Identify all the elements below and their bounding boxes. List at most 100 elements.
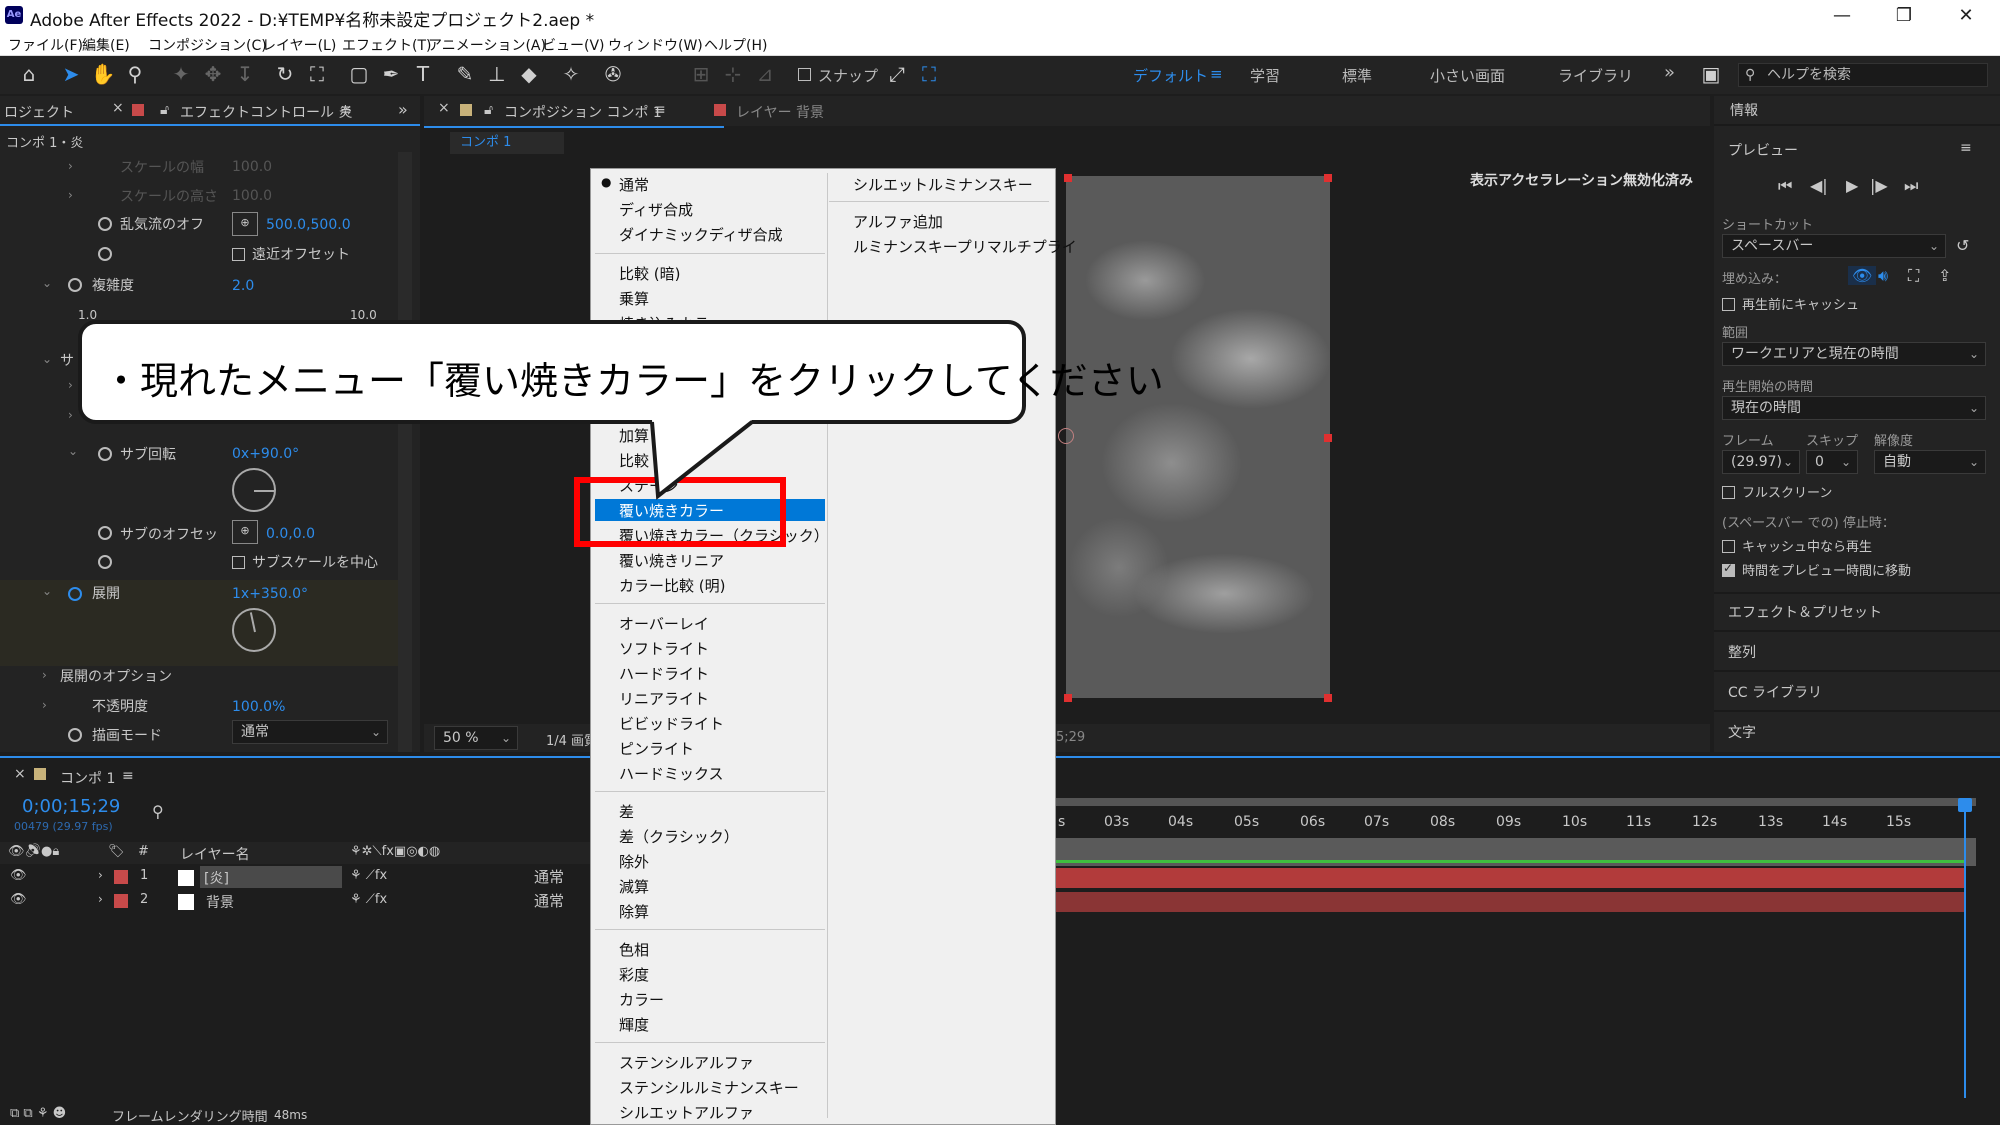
home-icon[interactable]: ⌂: [16, 61, 42, 87]
menu-item-hard-mix[interactable]: ハードミックス: [619, 763, 724, 784]
world-axis-icon[interactable]: ⊿: [752, 61, 778, 87]
cc-libraries-panel[interactable]: CC ライブラリ: [1728, 682, 1822, 702]
menu-item-dissolve[interactable]: ディザ合成: [619, 199, 693, 220]
stopwatch-icon[interactable]: [68, 278, 82, 292]
menu-item-silhouette-luma[interactable]: シルエットルミナンスキー: [853, 174, 1033, 195]
collapse-chevron-icon[interactable]: ⌄: [68, 444, 78, 458]
menu-item-classic-difference[interactable]: 差（クラシック）: [619, 826, 739, 847]
cache-before-play-checkbox[interactable]: [1722, 298, 1735, 311]
layer-mode[interactable]: 通常: [534, 866, 564, 887]
workspace-standard[interactable]: 標準: [1342, 65, 1372, 86]
menu-file[interactable]: ファイル(F): [8, 35, 83, 55]
align-icon[interactable]: ⊞: [688, 61, 714, 87]
stopwatch-icon[interactable]: [98, 217, 112, 231]
panel-menu-icon[interactable]: ≡: [340, 102, 352, 118]
menu-effect[interactable]: エフェクト(T): [342, 35, 431, 55]
skip-dropdown[interactable]: 0 ⌄: [1806, 450, 1858, 474]
prev-frame-icon[interactable]: ◀|: [1810, 176, 1828, 195]
panel-sync-icon[interactable]: ▣: [1698, 61, 1724, 87]
stopwatch-icon[interactable]: [68, 728, 82, 742]
menu-composition[interactable]: コンポジション(C): [148, 35, 267, 55]
eye-icon[interactable]: 👁︎: [10, 892, 27, 907]
menu-item-divide[interactable]: 除算: [619, 901, 649, 922]
orbit-tool-icon[interactable]: ✦: [168, 61, 194, 87]
shortcut-dropdown[interactable]: スペースバー ⌄: [1722, 234, 1946, 258]
pen-tool-icon[interactable]: ✒: [378, 61, 404, 87]
tab-close-icon[interactable]: ×: [112, 100, 124, 116]
tab-effect-controls[interactable]: エフェクトコントロール 炎: [180, 102, 352, 122]
crosshair-icon[interactable]: ⊕: [232, 520, 258, 544]
expand-chevron-icon[interactable]: ›: [98, 892, 103, 906]
play-icon[interactable]: ▶: [1846, 176, 1858, 195]
workspace-learn[interactable]: 学習: [1250, 65, 1280, 86]
expand-chevron-icon[interactable]: ›: [68, 408, 73, 422]
eye-icon[interactable]: 👁︎: [10, 868, 27, 883]
menu-item-vivid-light[interactable]: ビビッドライト: [619, 713, 724, 734]
expand-chevron-icon[interactable]: ›: [68, 159, 73, 173]
play-from-dropdown[interactable]: 現在の時間 ⌄: [1722, 396, 1986, 420]
audio-icon[interactable]: 🔊︎: [1878, 266, 1888, 286]
menu-item-linear-dodge[interactable]: 覆い焼きリニア: [619, 550, 724, 571]
center-subscale-checkbox[interactable]: [232, 556, 245, 569]
menu-item-subtract[interactable]: 減算: [619, 876, 649, 897]
search-icon[interactable]: ⚲: [152, 802, 164, 821]
workspace-default[interactable]: デフォルト: [1133, 65, 1208, 86]
layer-name[interactable]: [炎]: [204, 868, 229, 888]
menu-item-silhouette-alpha[interactable]: シルエットアルファ: [619, 1102, 754, 1123]
prop-turbulence-offset-value[interactable]: 500.0,500.0: [266, 217, 351, 233]
layer-color-swatch[interactable]: [114, 894, 128, 908]
bounding-handle[interactable]: [1324, 434, 1332, 442]
stopwatch-icon[interactable]: [98, 447, 112, 461]
prop-complexity-value[interactable]: 2.0: [232, 278, 254, 294]
menu-item-color[interactable]: カラー: [619, 989, 664, 1010]
menu-item-luminescent-premul[interactable]: ルミナンスキープリマルチプライ: [853, 236, 1077, 257]
snap-target-icon[interactable]: ⛶: [916, 61, 942, 87]
close-button[interactable]: ✕: [1946, 2, 1986, 30]
menu-item-multiply[interactable]: 乗算: [619, 288, 649, 309]
roto-brush-icon[interactable]: ✧: [558, 61, 584, 87]
menu-item-pin-light[interactable]: ピンライト: [619, 738, 694, 759]
layer-bar[interactable]: [1056, 868, 1966, 888]
expand-chevron-icon[interactable]: ›: [98, 868, 103, 882]
menu-item-dynamic-dissolve[interactable]: ダイナミックディザ合成: [619, 224, 783, 245]
blend-mode-dropdown[interactable]: 通常 ⌄: [232, 720, 388, 744]
menu-item-darken[interactable]: 比較 (暗): [619, 263, 680, 284]
layer-color-swatch[interactable]: [114, 870, 128, 884]
restore-button[interactable]: ❐: [1884, 2, 1924, 30]
stopwatch-active-icon[interactable]: [68, 587, 82, 601]
menu-view[interactable]: ビュー(V): [542, 35, 605, 55]
menu-item-luminosity[interactable]: 輝度: [619, 1014, 649, 1035]
prop-evolution-value[interactable]: 1x+350.0°: [232, 586, 308, 602]
reset-icon[interactable]: ↺: [1956, 236, 1969, 255]
menu-item-stencil-alpha[interactable]: ステンシルアルファ: [619, 1052, 754, 1073]
tab-composition[interactable]: コンポジション コンポ 1: [504, 102, 662, 122]
brush-tool-icon[interactable]: ✎: [452, 61, 478, 87]
effects-presets-panel[interactable]: エフェクト＆プリセット: [1728, 602, 1882, 622]
footer-toggle-icons[interactable]: ⧉ ⧉ ⚘ ☻: [10, 1106, 66, 1121]
character-panel[interactable]: 文字: [1728, 722, 1756, 742]
tab-layer[interactable]: レイヤー 背景: [736, 102, 824, 122]
lock-icon[interactable]: 🔓︎: [160, 102, 169, 118]
layer-mode[interactable]: 通常: [534, 890, 564, 911]
layer-switches-icon[interactable]: ⚘ ⟋fx: [350, 868, 387, 883]
bounding-handle[interactable]: [1064, 694, 1072, 702]
menu-help[interactable]: ヘルプ(H): [704, 35, 767, 55]
expand-chevron-icon[interactable]: ›: [42, 698, 47, 712]
menu-item-overlay[interactable]: オーバーレイ: [619, 613, 709, 634]
snap-checkbox[interactable]: [798, 68, 811, 81]
menu-edit[interactable]: 編集(E): [82, 35, 130, 55]
workspace-more-icon[interactable]: »: [1664, 62, 1675, 83]
resolution-dropdown[interactable]: 自動 ⌄: [1874, 450, 1986, 474]
menu-item-normal[interactable]: 通常: [619, 174, 649, 195]
column-layer-name-header[interactable]: レイヤー名: [180, 844, 250, 864]
layer-bar[interactable]: [1056, 892, 1966, 912]
crosshair-icon[interactable]: ⊕: [232, 212, 258, 236]
expand-panels-icon[interactable]: »: [398, 100, 408, 119]
menu-animation[interactable]: アニメーション(A): [428, 35, 546, 55]
next-frame-icon[interactable]: |▶: [1870, 176, 1888, 195]
anchor-point-icon[interactable]: [1058, 428, 1074, 444]
help-search-input[interactable]: ⚲ ヘルプを検索: [1738, 63, 1988, 87]
align-panel[interactable]: 整列: [1728, 642, 1756, 662]
timeline-tab[interactable]: コンポ 1: [60, 768, 115, 788]
tab-project[interactable]: ロジェクト: [4, 102, 74, 122]
